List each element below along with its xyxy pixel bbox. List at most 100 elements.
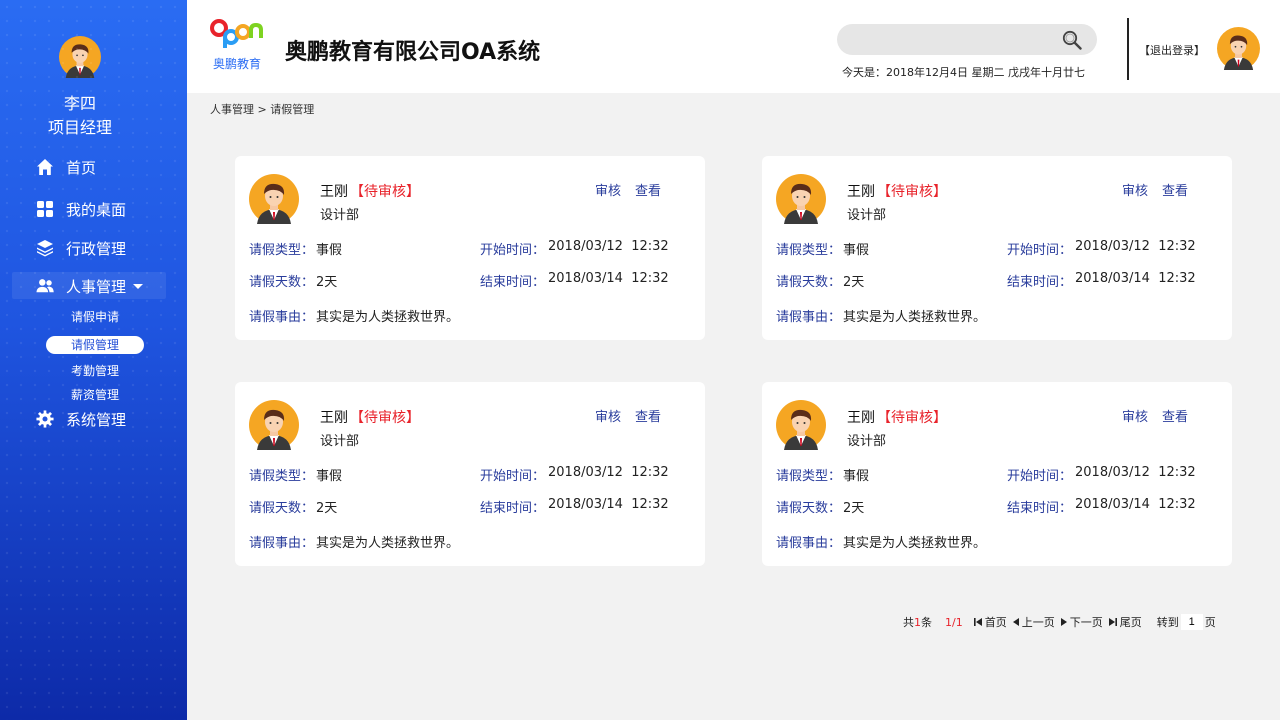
leave-type-value: 事假: [843, 243, 870, 258]
view-link[interactable]: 查看: [1162, 406, 1188, 425]
nav-hr[interactable]: 人事管理: [36, 273, 144, 299]
search-icon[interactable]: [1062, 30, 1082, 50]
user-title: 项目经理: [47, 118, 112, 137]
leave-reason-value: 其实是为人类拯救世界。: [316, 536, 460, 551]
next-page-button[interactable]: 下一页: [1060, 614, 1103, 630]
nav-admin-label: 行政管理: [66, 239, 127, 258]
leave-card: 王刚 【待审核】 设计部 审核 查看 请假类型： 事假 开始时间： 2018/03…: [762, 382, 1232, 566]
applicant-name-row: 王刚 【待审核】: [847, 181, 947, 201]
leave-days-label: 请假天数：: [249, 275, 315, 290]
home-icon: [36, 158, 54, 176]
applicant-name: 王刚: [320, 410, 348, 426]
leave-type-value: 事假: [316, 243, 343, 258]
leave-days-value: 2天: [843, 501, 865, 516]
nav-desktop-label: 我的桌面: [66, 200, 127, 219]
start-time-value: 2018/03/12 12:32: [548, 239, 669, 254]
total-count: 共1条: [903, 616, 932, 629]
view-link[interactable]: 查看: [1162, 180, 1188, 199]
applicant-name-row: 王刚 【待审核】: [320, 407, 420, 427]
applicant-avatar: [249, 174, 299, 224]
goto-page-input[interactable]: [1180, 614, 1203, 630]
search-input[interactable]: [837, 24, 1097, 55]
start-time-label: 开始时间：: [480, 243, 546, 258]
nav-admin[interactable]: 行政管理: [36, 235, 126, 261]
current-date: 今天是：2018年12月4日 星期二 戊戌年十月廿七: [842, 66, 1085, 79]
end-time-label: 结束时间：: [1007, 501, 1073, 516]
leave-type-label: 请假类型：: [249, 243, 315, 258]
leave-days-value: 2天: [316, 275, 338, 290]
nav-system[interactable]: 系统管理: [36, 406, 126, 432]
first-page-button[interactable]: 首页: [973, 614, 1007, 630]
leave-type-value: 事假: [843, 469, 870, 484]
review-link[interactable]: 审核: [595, 180, 621, 199]
status-badge: 【待审核】: [350, 410, 420, 426]
start-time-value: 2018/03/12 12:32: [1075, 239, 1196, 254]
start-time-label: 开始时间：: [1007, 469, 1073, 484]
leave-type-label: 请假类型：: [776, 243, 842, 258]
leave-reason-label: 请假事由：: [776, 536, 842, 551]
applicant-dept: 设计部: [847, 208, 887, 223]
last-page-button[interactable]: 尾页: [1108, 614, 1142, 630]
leave-days-label: 请假天数：: [776, 275, 842, 290]
breadcrumb: 人事管理 > 请假管理: [210, 103, 315, 116]
sub-salary[interactable]: 薪资管理: [46, 386, 144, 404]
leave-days-label: 请假天数：: [776, 501, 842, 516]
leave-reason-value: 其实是为人类拯救世界。: [843, 536, 987, 551]
nav-home[interactable]: 首页: [36, 154, 96, 180]
goto-label: 转到: [1156, 616, 1179, 629]
view-link[interactable]: 查看: [635, 180, 661, 199]
end-time-label: 结束时间：: [480, 501, 546, 516]
applicant-name: 王刚: [847, 410, 875, 426]
status-badge: 【待审核】: [877, 410, 947, 426]
sidebar: 李四 项目经理 首页 我的桌面 行政管理 人事管理 请假申请 请假管理 考勤管理…: [0, 0, 187, 720]
view-link[interactable]: 查看: [635, 406, 661, 425]
page-unit-label: 页: [1204, 616, 1216, 629]
end-time-label: 结束时间：: [480, 275, 546, 290]
leave-reason-value: 其实是为人类拯救世界。: [316, 310, 460, 325]
status-badge: 【待审核】: [350, 184, 420, 200]
applicant-name: 王刚: [847, 184, 875, 200]
leave-type-value: 事假: [316, 469, 343, 484]
sub-attendance[interactable]: 考勤管理: [46, 362, 144, 380]
prev-page-icon: [1012, 618, 1019, 626]
pagination: 共1条 1/1 首页 上一页 下一页 尾页 转到 页: [903, 614, 1216, 630]
end-time-label: 结束时间：: [1007, 275, 1073, 290]
leave-days-value: 2天: [316, 501, 338, 516]
leave-days-value: 2天: [843, 275, 865, 290]
logout-link[interactable]: 【退出登录】: [1139, 42, 1205, 58]
end-time-value: 2018/03/14 12:32: [548, 271, 669, 286]
sub-leave-apply[interactable]: 请假申请: [46, 308, 144, 326]
users-icon: [36, 277, 54, 295]
next-page-icon: [1060, 618, 1067, 626]
applicant-dept: 设计部: [847, 434, 887, 449]
applicant-name-row: 王刚 【待审核】: [320, 181, 420, 201]
user-name: 李四: [63, 94, 96, 113]
header-avatar[interactable]: [1217, 27, 1260, 70]
leave-reason-value: 其实是为人类拯救世界。: [843, 310, 987, 325]
leave-type-label: 请假类型：: [776, 469, 842, 484]
review-link[interactable]: 审核: [595, 406, 621, 425]
review-link[interactable]: 审核: [1122, 180, 1148, 199]
leave-reason-label: 请假事由：: [776, 310, 842, 325]
sub-leave-manage[interactable]: 请假管理: [46, 336, 144, 354]
chevron-down-icon: [133, 283, 144, 289]
status-badge: 【待审核】: [877, 184, 947, 200]
start-time-label: 开始时间：: [480, 469, 546, 484]
grid-icon: [36, 200, 54, 218]
nav-system-label: 系统管理: [66, 410, 127, 429]
start-time-value: 2018/03/12 12:32: [548, 465, 669, 480]
review-link[interactable]: 审核: [1122, 406, 1148, 425]
first-page-icon: [973, 618, 982, 626]
start-time-value: 2018/03/12 12:32: [1075, 465, 1196, 480]
user-avatar[interactable]: [59, 36, 101, 78]
nav-hr-label: 人事管理: [66, 277, 127, 296]
logo-text: 奥鹏教育: [213, 56, 261, 71]
gear-icon: [36, 410, 54, 428]
prev-page-button[interactable]: 上一页: [1012, 614, 1055, 630]
applicant-name-row: 王刚 【待审核】: [847, 407, 947, 427]
applicant-dept: 设计部: [320, 208, 360, 223]
nav-desktop[interactable]: 我的桌面: [36, 196, 126, 222]
applicant-name: 王刚: [320, 184, 348, 200]
last-page-icon: [1108, 618, 1117, 626]
start-time-label: 开始时间：: [1007, 243, 1073, 258]
